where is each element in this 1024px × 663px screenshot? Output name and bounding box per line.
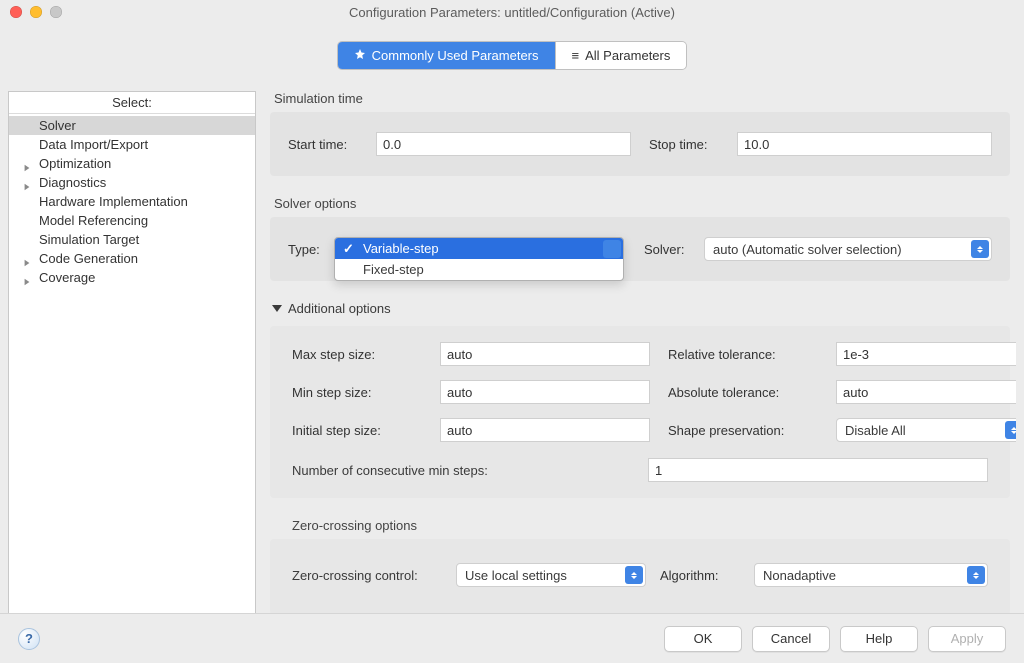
zero-crossing-panel: Zero-crossing control: Use local setting… [270, 539, 1010, 615]
shape-preservation-value: Disable All [845, 423, 906, 438]
additional-options-title: Additional options [288, 301, 391, 316]
config-parameters-window: Configuration Parameters: untitled/Confi… [0, 0, 1024, 663]
sidebar-item-label: Optimization [39, 155, 129, 172]
ok-button[interactable]: OK [664, 626, 742, 652]
shape-preservation-dropdown[interactable]: Disable All [836, 418, 1016, 442]
consec-min-steps-label: Number of consecutive min steps: [292, 463, 630, 478]
zc-control-label: Zero-crossing control: [292, 568, 442, 583]
consec-min-steps-input[interactable] [648, 458, 988, 482]
sidebar-item-simulation-target[interactable]: Simulation Target [9, 230, 255, 249]
start-time-input[interactable] [376, 132, 631, 156]
chevron-updown-icon [967, 566, 985, 584]
stop-time-label: Stop time: [649, 137, 719, 152]
tab-all-parameters-label: All Parameters [585, 48, 670, 63]
abs-tol-label: Absolute tolerance: [668, 385, 818, 400]
shape-preservation-label: Shape preservation: [668, 423, 818, 438]
chevron-right-icon [23, 159, 33, 169]
min-step-label: Min step size: [292, 385, 422, 400]
chevron-right-icon [23, 254, 33, 264]
zc-algo-label: Algorithm: [660, 568, 740, 583]
sidebar-item-diagnostics[interactable]: Diagnostics [9, 173, 255, 192]
zero-crossing-title: Zero-crossing options [292, 518, 1010, 533]
solver-options-title: Solver options [274, 196, 1010, 211]
main-content: Simulation time Start time: Stop time: S… [270, 91, 1016, 618]
window-title: Configuration Parameters: untitled/Confi… [8, 5, 1016, 20]
sidebar-item-data-import-export[interactable]: Data Import/Export [9, 135, 255, 154]
max-step-input[interactable] [440, 342, 650, 366]
type-option-label: Fixed-step [363, 262, 424, 277]
chevron-updown-icon [603, 240, 621, 258]
chevron-updown-icon [971, 240, 989, 258]
max-step-label: Max step size: [292, 347, 422, 362]
type-option-label: Variable-step [363, 241, 439, 256]
type-option-variable-step[interactable]: ✓ Variable-step [335, 238, 623, 259]
sidebar-header: Select: [9, 92, 255, 114]
check-icon: ✓ [343, 241, 354, 257]
sidebar-item-label: Model Referencing [39, 212, 148, 229]
abs-tol-input[interactable] [836, 380, 1016, 404]
tab-commonly-used[interactable]: Commonly Used Parameters [338, 42, 555, 69]
type-option-fixed-step[interactable]: Fixed-step [335, 259, 623, 280]
type-dropdown-menu: ✓ Variable-step Fixed-step [334, 237, 624, 281]
sidebar-item-label: Diagnostics [39, 174, 129, 191]
sidebar-item-label: Hardware Implementation [39, 193, 188, 210]
type-dropdown[interactable]: ✓ Variable-step Fixed-step [334, 237, 624, 261]
tab-all-parameters[interactable]: ≡ All Parameters [556, 42, 687, 69]
zc-control-dropdown[interactable]: Use local settings [456, 563, 646, 587]
help-icon[interactable]: ? [18, 628, 40, 650]
solver-label: Solver: [644, 242, 694, 257]
tab-segmented-control: Commonly Used Parameters ≡ All Parameter… [338, 42, 687, 69]
list-icon: ≡ [572, 48, 580, 63]
help-button[interactable]: Help [840, 626, 918, 652]
solver-options-panel: Type: ✓ Variable-step Fixed-step [270, 217, 1010, 281]
solver-dropdown[interactable]: auto (Automatic solver selection) [704, 237, 992, 261]
stop-time-input[interactable] [737, 132, 992, 156]
tabbar: Commonly Used Parameters ≡ All Parameter… [0, 42, 1024, 69]
sidebar-item-solver[interactable]: Solver [9, 116, 255, 135]
category-tree: Solver Data Import/Export Optimization D… [9, 114, 255, 289]
titlebar: Configuration Parameters: untitled/Confi… [0, 0, 1024, 24]
sidebar-item-label: Simulation Target [39, 231, 139, 248]
simulation-time-panel: Start time: Stop time: [270, 112, 1010, 176]
sidebar-item-coverage[interactable]: Coverage [9, 268, 255, 287]
dialog-footer: ? OK Cancel Help Apply [0, 613, 1024, 663]
zc-algo-dropdown[interactable]: Nonadaptive [754, 563, 988, 587]
rel-tol-label: Relative tolerance: [668, 347, 818, 362]
sidebar-item-model-referencing[interactable]: Model Referencing [9, 211, 255, 230]
sidebar-item-label: Data Import/Export [39, 136, 148, 153]
close-window-button[interactable] [10, 6, 22, 18]
min-step-input[interactable] [440, 380, 650, 404]
solver-dropdown-value: auto (Automatic solver selection) [713, 242, 902, 257]
additional-options-disclosure[interactable]: Additional options [272, 301, 1010, 316]
chevron-right-icon [23, 178, 33, 188]
initial-step-input[interactable] [440, 418, 650, 442]
chevron-right-icon [23, 273, 33, 283]
start-time-label: Start time: [288, 137, 358, 152]
rel-tol-input[interactable] [836, 342, 1016, 366]
initial-step-label: Initial step size: [292, 423, 422, 438]
traffic-lights [10, 6, 62, 18]
maximize-window-button[interactable] [50, 6, 62, 18]
main-body: Select: Solver Data Import/Export Optimi… [0, 91, 1024, 618]
sidebar-item-hardware-implementation[interactable]: Hardware Implementation [9, 192, 255, 211]
sidebar-item-code-generation[interactable]: Code Generation [9, 249, 255, 268]
zc-control-value: Use local settings [465, 568, 567, 583]
category-sidebar: Select: Solver Data Import/Export Optimi… [8, 91, 256, 618]
additional-options-panel: Max step size: Relative tolerance: Min s… [270, 326, 1010, 498]
simulation-time-title: Simulation time [274, 91, 1010, 106]
type-label: Type: [288, 242, 324, 257]
sidebar-item-optimization[interactable]: Optimization [9, 154, 255, 173]
zc-algo-value: Nonadaptive [763, 568, 836, 583]
sidebar-item-label: Coverage [39, 269, 129, 286]
chevron-updown-icon [1005, 421, 1016, 439]
sidebar-item-label: Code Generation [39, 250, 138, 267]
cancel-button[interactable]: Cancel [752, 626, 830, 652]
star-icon [354, 48, 366, 63]
sidebar-item-label: Solver [39, 117, 129, 134]
triangle-down-icon [272, 305, 282, 312]
chevron-updown-icon [625, 566, 643, 584]
tab-commonly-used-label: Commonly Used Parameters [372, 48, 539, 63]
apply-button[interactable]: Apply [928, 626, 1006, 652]
minimize-window-button[interactable] [30, 6, 42, 18]
